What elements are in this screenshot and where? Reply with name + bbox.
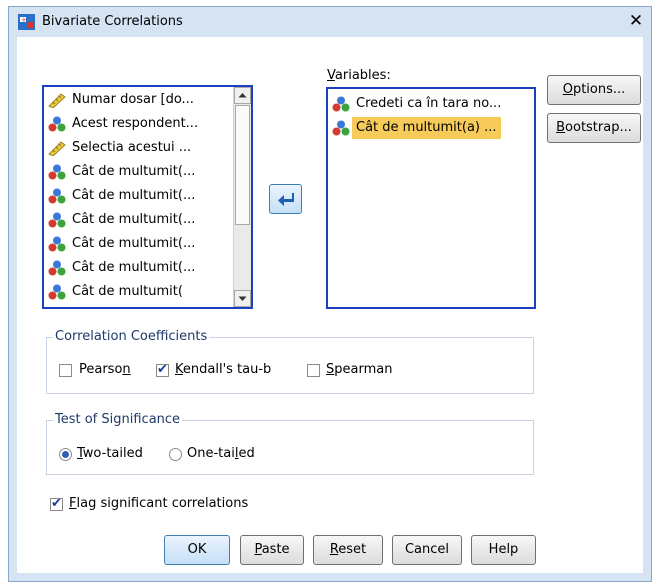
nominal-variable-icon (48, 116, 66, 132)
scale-ruler-icon (48, 93, 66, 108)
bootstrap-button[interactable]: Bootstrap... (547, 113, 641, 143)
options-button[interactable]: Options... (547, 75, 641, 105)
nominal-variable-icon (332, 96, 350, 112)
variable-label: Numar dosar [do... (72, 92, 194, 107)
variable-label: Cât de multumit(a) ... (352, 117, 501, 139)
flag-significant-checkbox[interactable]: ✔ (50, 496, 63, 511)
source-list-scrollbar[interactable] (233, 87, 251, 307)
kendall-checkbox[interactable]: ✔ (156, 362, 169, 377)
nominal-variable-icon (48, 236, 66, 252)
group-legend: Test of Significance (53, 412, 183, 427)
variable-label: Cât de multumit( (72, 284, 183, 299)
scroll-up-icon (238, 93, 247, 98)
check-icon: ✔ (157, 362, 168, 377)
radio-dot-icon (62, 451, 69, 458)
paste-button[interactable]: Paste (240, 535, 304, 565)
check-icon: ✔ (51, 496, 62, 511)
help-button[interactable]: Help (471, 535, 536, 565)
reset-button[interactable]: Reset (313, 535, 383, 565)
cancel-button[interactable]: Cancel (392, 535, 462, 565)
variable-label: Cât de multumit(... (72, 212, 196, 227)
variable-label: Selectia acestui ... (72, 140, 192, 155)
flag-significant-label: Flag significant correlations (69, 496, 249, 511)
source-variable-list[interactable]: Numar dosar [do... Acest respondent... Sel… (42, 85, 253, 309)
pearson-label: Pearson (79, 362, 131, 377)
title-bar[interactable]: + Bivariate Correlations ✕ (9, 7, 651, 37)
one-tailed-label: One-tailed (187, 446, 255, 461)
pearson-checkbox[interactable] (59, 364, 72, 377)
variable-label: Credeti ca în tara no... (356, 96, 502, 111)
variable-label: Cât de multumit(... (72, 260, 196, 275)
kendall-label: Kendall's tau-b (175, 362, 272, 377)
scroll-up-button[interactable] (234, 87, 251, 104)
move-variable-button[interactable] (269, 184, 302, 214)
variable-label: Acest respondent... (72, 116, 199, 131)
scroll-down-button[interactable] (234, 290, 251, 307)
nominal-variable-icon (48, 212, 66, 228)
spearman-label: Spearman (326, 362, 393, 377)
window-title: Bivariate Correlations (42, 14, 183, 29)
ok-button[interactable]: OK (164, 535, 230, 565)
spearman-checkbox[interactable] (307, 364, 320, 377)
variables-label: Variables: (327, 68, 391, 83)
arrow-left-icon (277, 193, 294, 206)
variable-label: Cât de multumit(... (72, 164, 196, 179)
scroll-down-icon (238, 296, 247, 301)
one-tailed-radio[interactable] (169, 448, 182, 461)
dialog-window: + Bivariate Correlations ✕ Numar dosar [… (8, 6, 652, 582)
scroll-thumb[interactable] (235, 105, 250, 225)
group-legend: Correlation Coefficients (53, 329, 210, 344)
close-icon[interactable]: ✕ (624, 9, 648, 33)
nominal-variable-icon (332, 120, 350, 136)
nominal-variable-icon (48, 188, 66, 204)
correlations-app-icon: + (18, 14, 35, 30)
variable-label: Cât de multumit(... (72, 188, 196, 203)
nominal-variable-icon (48, 164, 66, 180)
variable-label: Cât de multumit(... (72, 236, 196, 251)
nominal-variable-icon (48, 284, 66, 300)
two-tailed-label: Two-tailed (77, 446, 143, 461)
scale-ruler-icon (48, 141, 66, 156)
dialog-body: Numar dosar [do... Acest respondent... Sel… (17, 37, 643, 573)
two-tailed-radio[interactable] (59, 448, 72, 461)
svg-text:+: + (21, 16, 27, 24)
target-variables-list[interactable]: Credeti ca în tara no... Cât de multumit(… (326, 87, 536, 309)
nominal-variable-icon (48, 260, 66, 276)
